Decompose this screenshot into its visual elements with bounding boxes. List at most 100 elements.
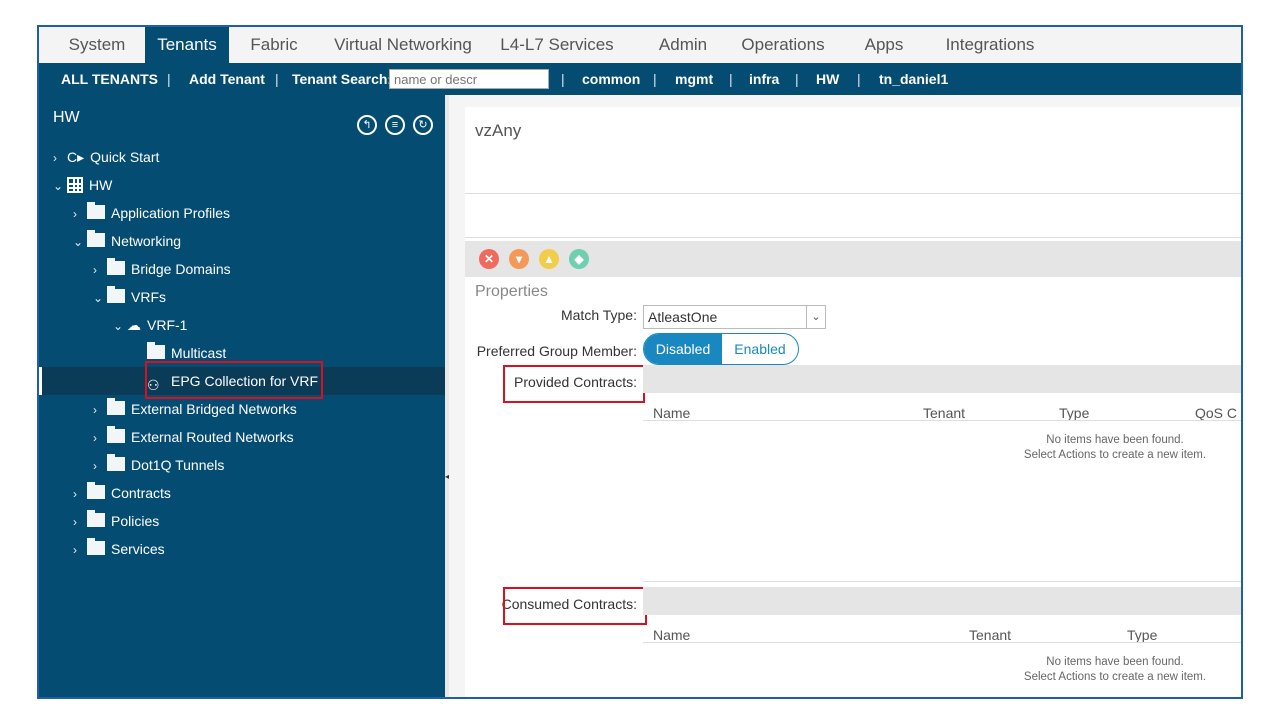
chevron-right-icon[interactable]: ›	[53, 144, 67, 172]
tree-node-external-bridged-networks[interactable]: › External Bridged Networks	[93, 395, 297, 423]
add-tenant-link[interactable]: Add Tenant	[189, 63, 265, 95]
highlight-box	[145, 361, 323, 399]
folder-icon	[107, 258, 125, 275]
column-header-type[interactable]: Type	[1059, 405, 1089, 421]
tenant-link-infra[interactable]: infra	[749, 63, 779, 95]
tab-operations[interactable]: Operations	[733, 27, 833, 63]
major-fault-icon[interactable]: ▾	[509, 249, 529, 269]
chevron-down-icon[interactable]: ⌄	[53, 172, 67, 200]
tree-label: External Routed Networks	[131, 429, 294, 445]
separator: |	[653, 71, 657, 87]
column-header-qos[interactable]: QoS C	[1195, 405, 1237, 421]
tenant-icon	[67, 177, 83, 193]
tab-fabric[interactable]: Fabric	[237, 27, 311, 63]
separator: |	[857, 71, 861, 87]
chevron-right-icon[interactable]: ›	[73, 536, 87, 564]
folder-icon	[87, 510, 105, 527]
tree-node-bridge-domains[interactable]: › Bridge Domains	[93, 255, 231, 283]
empty-line: No items have been found.	[1046, 434, 1184, 446]
toggle-disabled-option[interactable]: Disabled	[644, 334, 722, 364]
tab-integrations[interactable]: Integrations	[935, 27, 1045, 63]
separator: |	[275, 71, 279, 87]
consumed-empty-message: No items have been found. Select Actions…	[985, 655, 1241, 685]
tenant-link-mgmt[interactable]: mgmt	[675, 63, 713, 95]
tab-apps[interactable]: Apps	[855, 27, 913, 63]
tree-node-networking[interactable]: ⌄ Networking	[73, 227, 181, 255]
highlight-box	[503, 587, 647, 625]
folder-icon	[87, 202, 105, 219]
tree-label: Bridge Domains	[131, 261, 231, 277]
tree-label: Policies	[111, 513, 160, 529]
column-header-type[interactable]: Type	[1127, 627, 1157, 643]
refresh-icon[interactable]: ↻	[413, 115, 433, 135]
critical-fault-icon[interactable]: ✕	[479, 249, 499, 269]
tenant-search-input[interactable]	[389, 69, 549, 89]
play-circle-icon: C▸	[67, 149, 85, 165]
tenant-link-common[interactable]: common	[582, 63, 640, 95]
separator: |	[561, 71, 565, 87]
chevron-right-icon[interactable]: ›	[93, 452, 107, 480]
minor-fault-icon[interactable]: ▲	[539, 249, 559, 269]
pin-icon[interactable]: ↰	[357, 115, 377, 135]
column-header-name[interactable]: Name	[653, 627, 690, 643]
separator: |	[795, 71, 799, 87]
tree-node-policies[interactable]: › Policies	[73, 507, 159, 535]
chevron-down-icon[interactable]: ⌄	[113, 312, 127, 340]
tree-label: VRFs	[131, 289, 166, 305]
tree-node-contracts[interactable]: › Contracts	[73, 479, 171, 507]
highlight-box	[503, 365, 645, 403]
tree-label: Dot1Q Tunnels	[131, 457, 225, 473]
warning-fault-icon[interactable]: ◆	[569, 249, 589, 269]
tab-admin[interactable]: Admin	[645, 27, 721, 63]
tab-tenants[interactable]: Tenants	[145, 27, 229, 63]
tenant-link-tn-daniel1[interactable]: tn_daniel1	[879, 63, 948, 95]
pane-title: HW	[53, 109, 80, 126]
divider	[465, 237, 1241, 238]
tree-node-services[interactable]: › Services	[73, 535, 165, 563]
tree-label: Services	[111, 541, 165, 557]
tree-node-application-profiles[interactable]: › Application Profiles	[73, 199, 230, 227]
properties-heading: Properties	[475, 283, 548, 300]
folder-icon	[87, 230, 105, 247]
tab-virtual-networking[interactable]: Virtual Networking	[329, 27, 477, 63]
chevron-down-icon[interactable]: ⌄	[73, 228, 87, 256]
tenant-search-label: Tenant Search:	[292, 71, 393, 87]
tree-node-quick-start[interactable]: › C▸ Quick Start	[53, 143, 159, 171]
tab-l4-l7-services[interactable]: L4-L7 Services	[491, 27, 623, 63]
separator: |	[167, 71, 171, 87]
chevron-right-icon[interactable]: ›	[73, 508, 87, 536]
folder-icon	[107, 398, 125, 415]
tree-node-external-routed-networks[interactable]: › External Routed Networks	[93, 423, 294, 451]
column-header-tenant[interactable]: Tenant	[923, 405, 965, 421]
tree-node-vrfs[interactable]: ⌄ VRFs	[93, 283, 166, 311]
match-type-select[interactable]: AtleastOne ⌄	[643, 305, 826, 329]
chevron-right-icon[interactable]: ›	[93, 424, 107, 452]
folder-icon	[87, 482, 105, 499]
chevron-down-icon[interactable]: ⌄	[806, 306, 825, 328]
provided-contracts-toolbar	[643, 365, 1241, 393]
preferred-group-toggle[interactable]: Disabled Enabled	[643, 333, 799, 365]
tree-node-hw[interactable]: ⌄ HW	[53, 171, 112, 199]
tree-label: External Bridged Networks	[131, 401, 297, 417]
empty-line: Select Actions to create a new item.	[1023, 449, 1207, 461]
tenant-link-hw[interactable]: HW	[816, 63, 839, 95]
chevron-right-icon[interactable]: ›	[93, 256, 107, 284]
column-header-tenant[interactable]: Tenant	[969, 627, 1011, 643]
column-header-name[interactable]: Name	[653, 405, 690, 421]
tab-system[interactable]: System	[53, 27, 141, 63]
chevron-right-icon[interactable]: ›	[73, 200, 87, 228]
all-tenants-link[interactable]: ALL TENANTS	[61, 63, 158, 95]
tree-node-dot1q-tunnels[interactable]: › Dot1Q Tunnels	[93, 451, 224, 479]
tree-label: Contracts	[111, 485, 171, 501]
tree-label: Networking	[111, 233, 182, 249]
list-options-icon[interactable]: ≡	[385, 115, 405, 135]
tree-node-vrf-1[interactable]: ⌄ ☁ VRF-1	[113, 311, 187, 339]
divider	[643, 642, 1241, 643]
toggle-enabled-option[interactable]: Enabled	[722, 334, 798, 364]
object-title: vzAny	[475, 121, 522, 140]
chevron-right-icon[interactable]: ›	[93, 396, 107, 424]
folder-icon	[107, 426, 125, 443]
empty-line: No items have been found.	[1046, 656, 1184, 668]
chevron-right-icon[interactable]: ›	[73, 480, 87, 508]
chevron-down-icon[interactable]: ⌄	[93, 284, 107, 312]
